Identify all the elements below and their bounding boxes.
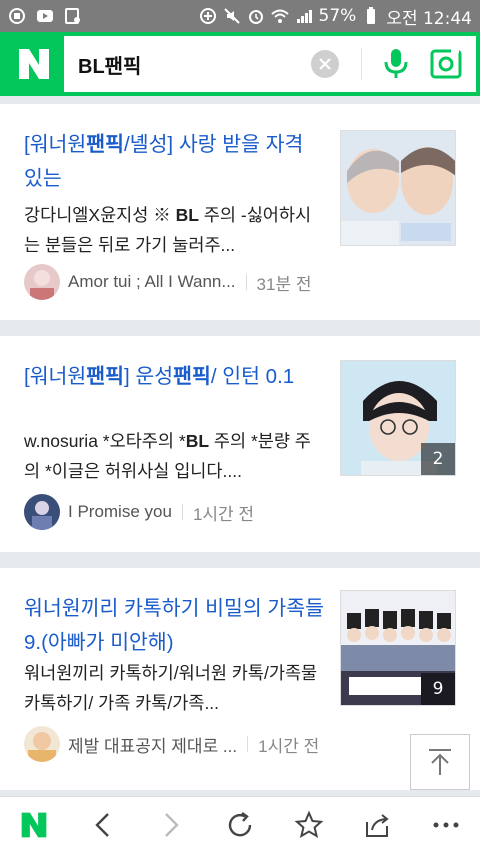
bookmark-button[interactable] <box>284 800 334 850</box>
result-title[interactable]: 워너원끼리 카톡하기 비밀의 가족들 9.(아빠가 미안해) <box>24 592 324 660</box>
chevron-right-icon <box>165 813 180 837</box>
result-meta: I Promise you 1시간 전 <box>24 494 254 530</box>
naver-n-icon <box>19 49 49 79</box>
naver-logo[interactable] <box>4 36 64 92</box>
gallery-icon <box>64 7 82 25</box>
mute-icon <box>223 7 241 25</box>
more-button[interactable] <box>421 800 471 850</box>
list-item[interactable]: [워너원팬픽] 운성팬픽/ 인턴 0.1 w.nosuria *오타주의 *BL… <box>0 336 480 552</box>
close-icon <box>319 58 331 70</box>
youtube-icon <box>36 7 54 25</box>
more-icon <box>433 822 459 828</box>
data-saver-icon <box>199 7 217 25</box>
bottom-navigation <box>0 796 480 853</box>
result-thumbnail[interactable]: 9 <box>340 590 456 706</box>
wifi-icon <box>270 7 289 25</box>
search-header: BL팬픽 <box>0 32 480 96</box>
signal-icon <box>295 7 313 25</box>
forward-button[interactable] <box>146 800 196 850</box>
share-icon <box>366 814 389 837</box>
back-button[interactable] <box>78 800 128 850</box>
arrow-up-icon <box>429 749 451 775</box>
author-name[interactable]: I Promise you <box>68 502 172 522</box>
image-search-button[interactable] <box>426 44 466 84</box>
scroll-to-top-button[interactable] <box>410 734 470 790</box>
result-title[interactable]: [워너원팬픽/녤성] 사랑 받을 자격 있는 <box>24 128 324 196</box>
result-meta: 제발 대표공지 제대로 ... 1시간 전 <box>24 726 319 762</box>
post-time: 1시간 전 <box>192 504 255 524</box>
search-query[interactable]: BL팬픽 <box>78 50 311 79</box>
lens-icon <box>430 49 462 79</box>
post-time: 1시간 전 <box>258 736 320 756</box>
list-item[interactable]: [워너원팬픽/녤성] 사랑 받을 자격 있는 강다니엘X윤지성 ※ BL 주의 … <box>0 104 480 320</box>
result-title[interactable]: [워너원팬픽] 운성팬픽/ 인턴 0.1 <box>24 360 324 394</box>
divider <box>245 274 247 290</box>
author-name[interactable]: Amor tui ; All I Wann... <box>68 272 236 292</box>
result-description: w.nosuria *오타주의 *BL 주의 *분량 주의 *이글은 허위사실 … <box>24 431 311 481</box>
microphone-icon <box>384 49 408 78</box>
refresh-icon <box>228 812 252 837</box>
battery-percent: 57% <box>318 6 357 26</box>
chevron-left-icon <box>95 813 109 837</box>
messenger-icon <box>8 7 26 25</box>
status-bar: 57% 오전 12:44 <box>0 0 480 32</box>
naver-home-button[interactable] <box>9 800 59 850</box>
list-item[interactable]: 워너원끼리 카톡하기 비밀의 가족들 9.(아빠가 미안해) 워너원끼리 카톡하… <box>0 568 480 790</box>
result-meta: Amor tui ; All I Wann... 31분 전 <box>24 264 311 300</box>
author-name[interactable]: 제발 대표공지 제대로 ... <box>68 732 237 757</box>
avatar[interactable] <box>24 264 60 300</box>
result-thumbnail[interactable]: 2 <box>340 360 456 476</box>
search-results-list: [워너원팬픽/녤성] 사랑 받을 자격 있는 강다니엘X윤지성 ※ BL 주의 … <box>0 96 480 796</box>
result-description: 강다니엘X윤지성 ※ BL 주의 -싫어하시는 분들은 뒤로 가기 눌러주... <box>24 205 312 255</box>
divider <box>181 504 183 520</box>
share-button[interactable] <box>352 800 402 850</box>
alarm-icon <box>247 7 265 25</box>
search-input[interactable]: BL팬픽 <box>64 36 476 92</box>
result-description: 워너원끼리 카톡하기/워너원 카톡/가족물 카톡하기/ 가족 카톡/가족... <box>24 663 318 713</box>
result-thumbnail[interactable] <box>340 130 456 246</box>
battery-icon <box>362 7 380 25</box>
voice-search-button[interactable] <box>376 44 416 84</box>
image-count-badge: 2 <box>421 443 455 475</box>
naver-n-icon <box>21 812 47 838</box>
clock: 오전 12:44 <box>386 8 472 29</box>
image-count-badge: 9 <box>421 673 455 705</box>
avatar[interactable] <box>24 726 60 762</box>
refresh-button[interactable] <box>215 800 265 850</box>
clear-search-button[interactable] <box>311 50 339 78</box>
star-icon <box>294 810 323 839</box>
avatar[interactable] <box>24 494 60 530</box>
post-time: 31분 전 <box>256 274 312 294</box>
divider <box>361 48 362 80</box>
divider <box>247 736 249 752</box>
